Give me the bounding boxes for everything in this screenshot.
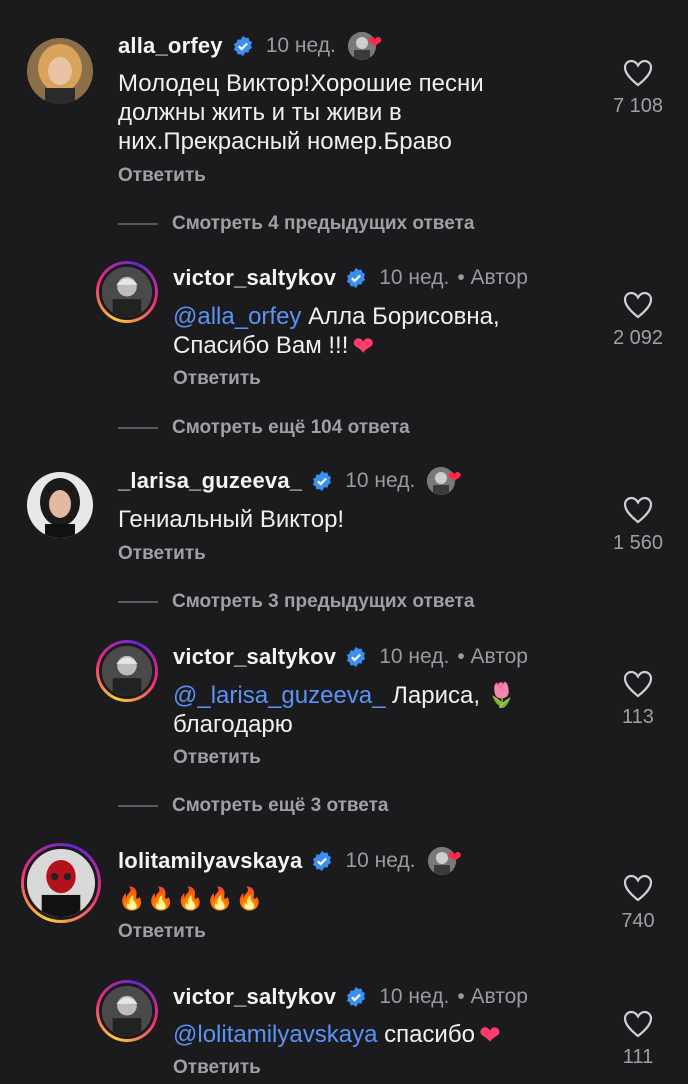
avatar-victor-saltykov[interactable] [96, 980, 158, 1042]
timestamp: 10 нед. [265, 34, 336, 57]
comment-header: victor_saltykov 10 нед. • Автор [173, 265, 528, 291]
verified-badge-icon [233, 35, 252, 57]
like-button[interactable]: 7 108 [598, 59, 678, 118]
divider-line [118, 805, 158, 807]
heart-emoji: ❤ [478, 1020, 501, 1050]
verified-badge-icon [313, 850, 332, 872]
creator-liked-badge: ❤ [427, 847, 472, 875]
avatar-larisa-guzeeva[interactable] [27, 472, 93, 538]
comment-header: lolitamilyavskaya 10 нед. ❤ [118, 847, 472, 875]
avatar-lolitamilyavskaya[interactable] [21, 843, 101, 923]
username[interactable]: _larisa_guzeeva_ [118, 468, 302, 494]
reply-button[interactable]: Ответить [173, 747, 261, 769]
like-button[interactable]: 2 092 [598, 291, 678, 350]
reply-button[interactable]: Ответить [118, 165, 206, 187]
comment-header: victor_saltykov 10 нед. • Автор [173, 644, 528, 670]
heart-outline-icon [623, 1010, 653, 1038]
like-button[interactable]: 1 560 [598, 496, 678, 555]
heart-outline-icon [623, 291, 653, 319]
timestamp: 10 нед. [345, 849, 416, 872]
like-count: 740 [621, 910, 655, 932]
like-button[interactable]: 113 [598, 670, 678, 729]
like-count: 1 560 [612, 532, 664, 554]
avatar-alla-orfey[interactable] [27, 38, 93, 104]
divider-line [118, 427, 158, 429]
reply-button[interactable]: Ответить [118, 921, 206, 943]
fire-emoji-text: 🔥🔥🔥🔥🔥 [118, 886, 265, 911]
verified-badge-icon [347, 646, 366, 668]
comment-text: @_larisa_guzeeva_ Лариса, 🌷 благодарю [173, 682, 517, 738]
verified-badge-icon [347, 986, 366, 1008]
author-label: • Автор [457, 985, 528, 1008]
comment-header: victor_saltykov 10 нед. • Автор [173, 984, 528, 1010]
reply-button[interactable]: Ответить [118, 543, 206, 565]
avatar-victor-saltykov[interactable] [96, 640, 158, 702]
mention-link[interactable]: @_larisa_guzeeva_ [173, 682, 386, 709]
timestamp: 10 нед. [379, 645, 450, 668]
comment-text: Гениальный Виктор! [118, 506, 345, 533]
username[interactable]: alla_orfey [118, 33, 223, 59]
tulip-emoji: 🌷 [486, 682, 517, 709]
timestamp: 10 нед. [379, 266, 450, 289]
heart-outline-icon [623, 670, 653, 698]
heart-filled-icon: ❤ [447, 468, 462, 487]
username[interactable]: victor_saltykov [173, 984, 336, 1010]
like-button[interactable]: 111 [598, 1010, 678, 1069]
creator-liked-badge: ❤ [427, 467, 471, 495]
username[interactable]: lolitamilyavskaya [118, 848, 302, 874]
heart-outline-icon [623, 496, 653, 524]
reply-button[interactable]: Ответить [173, 1057, 261, 1079]
heart-emoji: ❤ [352, 331, 375, 361]
view-replies-label: Смотреть ещё 104 ответа [172, 417, 410, 438]
like-button[interactable]: 740 [598, 874, 678, 933]
like-count: 111 [622, 1046, 654, 1068]
comments-thread: alla_orfey 10 нед. ❤ Молодец Виктор!Хоро… [0, 0, 688, 1084]
view-replies-button[interactable]: Смотреть ещё 3 ответа [118, 795, 389, 817]
view-replies-button[interactable]: Смотреть 4 предыдущих ответа [118, 213, 474, 235]
verified-badge-icon [313, 470, 332, 492]
view-replies-label: Смотреть 3 предыдущих ответа [172, 591, 475, 612]
divider-line [118, 601, 158, 603]
comment-text: Молодец Виктор!Хорошие песни должны жить… [118, 70, 484, 155]
avatar-victor-saltykov[interactable] [96, 261, 158, 323]
view-replies-button[interactable]: Смотреть ещё 104 ответа [118, 417, 410, 439]
comment-text: @lolitamilyavskaya спасибо ❤ [173, 1020, 501, 1050]
like-count: 2 092 [612, 327, 664, 349]
comment-header: _larisa_guzeeva_ 10 нед. ❤ [118, 467, 471, 495]
like-count: 113 [622, 706, 654, 728]
author-label: • Автор [457, 266, 528, 289]
username[interactable]: victor_saltykov [173, 644, 336, 670]
heart-outline-icon [623, 874, 653, 902]
reply-button[interactable]: Ответить [173, 368, 261, 390]
view-replies-label: Смотреть 4 предыдущих ответа [172, 213, 475, 234]
creator-liked-badge: ❤ [347, 32, 392, 60]
username[interactable]: victor_saltykov [173, 265, 336, 291]
mention-link[interactable]: @lolitamilyavskaya [173, 1021, 377, 1048]
heart-outline-icon [623, 59, 653, 87]
view-replies-label: Смотреть ещё 3 ответа [172, 795, 389, 816]
verified-badge-icon [347, 267, 366, 289]
timestamp: 10 нед. [379, 985, 450, 1008]
author-label: • Автор [457, 645, 528, 668]
like-count: 7 108 [612, 95, 664, 117]
timestamp: 10 нед. [345, 469, 416, 492]
divider-line [118, 223, 158, 225]
heart-filled-icon: ❤ [447, 848, 462, 867]
view-replies-button[interactable]: Смотреть 3 предыдущих ответа [118, 591, 474, 613]
heart-filled-icon: ❤ [367, 33, 383, 52]
comment-text: @alla_orfey Алла Борисовна, Спасибо Вам … [173, 303, 500, 361]
comment-header: alla_orfey 10 нед. ❤ [118, 32, 392, 60]
mention-link[interactable]: @alla_orfey [173, 303, 301, 330]
